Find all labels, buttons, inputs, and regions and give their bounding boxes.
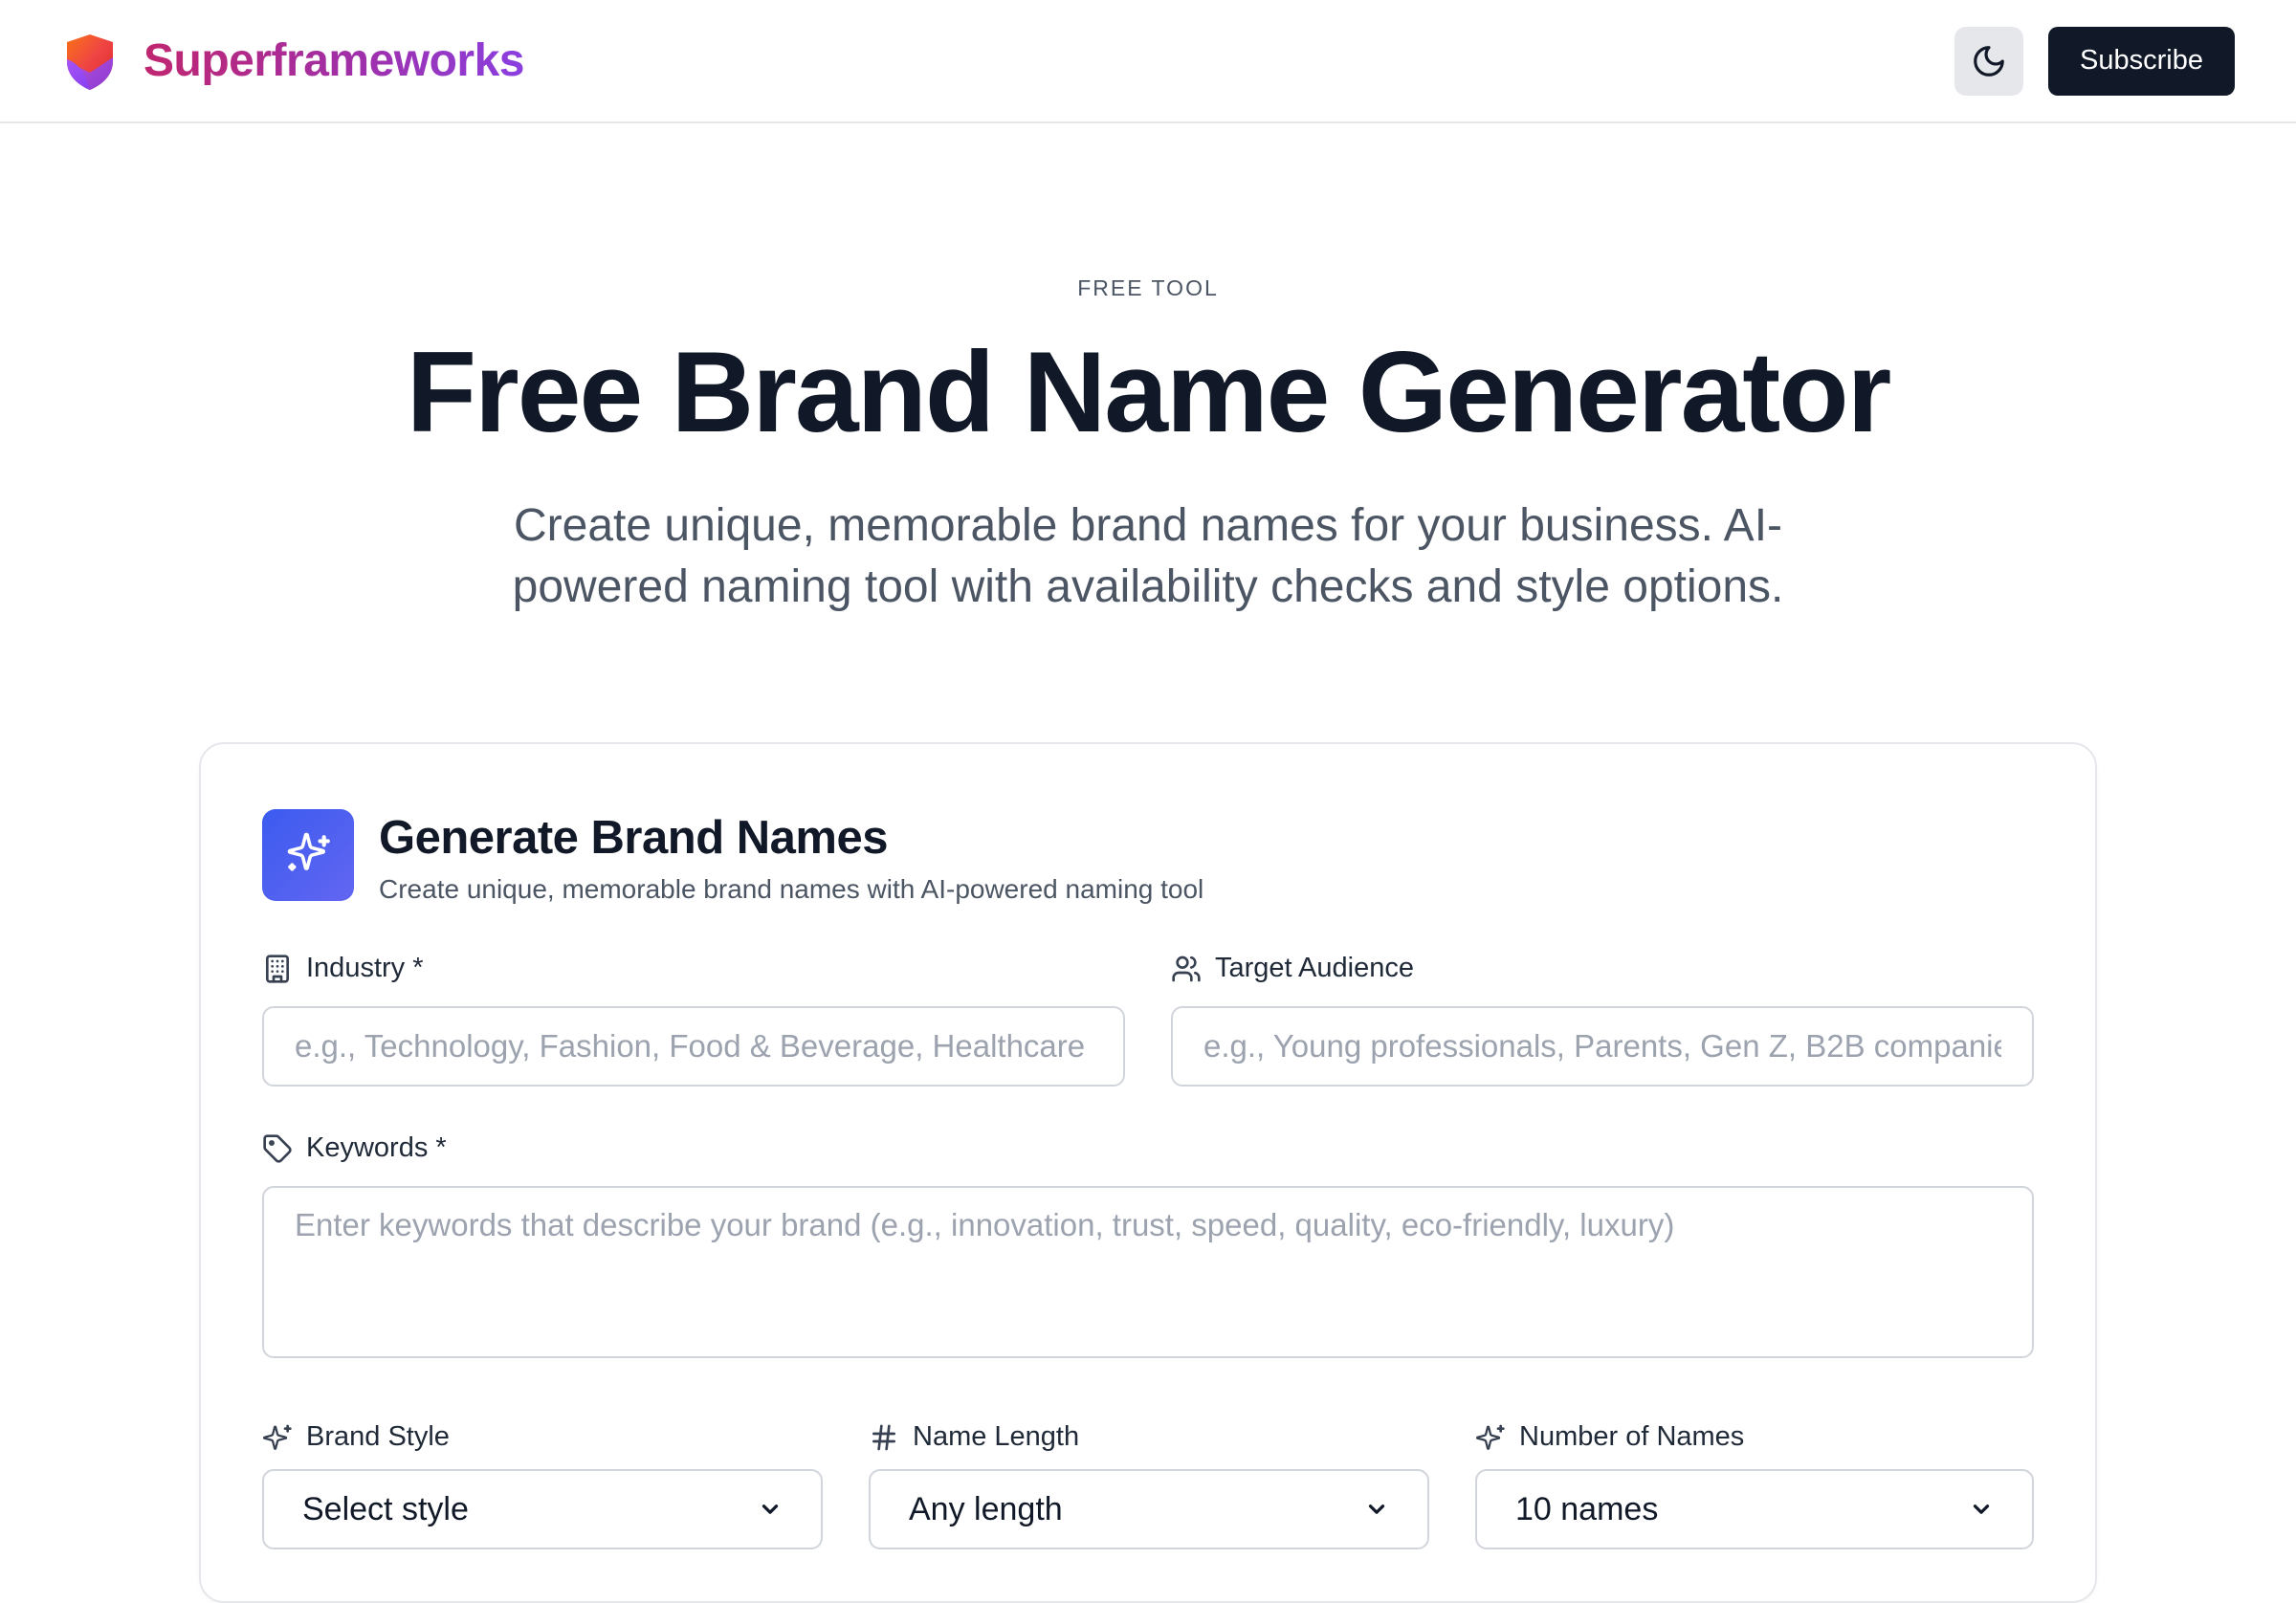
sparkles-icon bbox=[1476, 1424, 1505, 1450]
keywords-textarea[interactable] bbox=[262, 1186, 2034, 1358]
moon-icon bbox=[1974, 45, 2004, 77]
building-icon bbox=[266, 954, 289, 983]
brand-style-select[interactable]: Select style bbox=[262, 1469, 823, 1549]
number-of-names-label-text: Number of Names bbox=[1519, 1421, 1745, 1452]
target-audience-input[interactable] bbox=[1171, 1006, 2034, 1087]
top-navbar: Superframeworks Subscribe bbox=[0, 0, 2296, 123]
brand-style-label-text: Brand Style bbox=[306, 1421, 450, 1452]
name-length-selected: Any length bbox=[909, 1490, 1063, 1527]
theme-toggle-button[interactable] bbox=[1954, 26, 2024, 96]
industry-label-text: Industry * bbox=[306, 953, 424, 983]
keywords-label-text: Keywords * bbox=[306, 1132, 447, 1163]
form-title: Generate Brand Names bbox=[379, 812, 888, 864]
name-length-label: Name Length bbox=[869, 1421, 1079, 1453]
industry-label: Industry * bbox=[262, 953, 424, 984]
tag-icon bbox=[263, 1133, 292, 1163]
sparkles-icon bbox=[263, 1424, 292, 1450]
audience-label: Target Audience bbox=[1171, 953, 1414, 984]
shield-logo-icon bbox=[67, 33, 113, 90]
hero-subtitle: Create unique, memorable brand names for… bbox=[512, 500, 1784, 612]
name-length-label-text: Name Length bbox=[913, 1421, 1080, 1452]
chevron-down-icon bbox=[762, 1504, 779, 1514]
page-title: Free Brand Name Generator bbox=[406, 328, 1892, 456]
name-length-select[interactable]: Any length bbox=[869, 1469, 1429, 1549]
brand-name: Superframeworks bbox=[144, 35, 525, 86]
brand-link[interactable]: Superframeworks bbox=[63, 31, 525, 92]
chevron-down-icon bbox=[1973, 1504, 1990, 1514]
hero-eyebrow: FREE TOOL bbox=[1077, 275, 1219, 300]
number-of-names-select[interactable]: 10 names bbox=[1475, 1469, 2034, 1549]
chevron-down-icon bbox=[1368, 1504, 1385, 1514]
audience-label-text: Target Audience bbox=[1215, 953, 1414, 983]
subscribe-button[interactable]: Subscribe bbox=[2048, 26, 2235, 96]
keywords-label: Keywords * bbox=[262, 1132, 447, 1164]
brand-style-label: Brand Style bbox=[262, 1421, 450, 1453]
number-of-names-selected: 10 names bbox=[1515, 1490, 1659, 1527]
sparkles-icon bbox=[262, 809, 354, 901]
users-icon bbox=[1172, 955, 1201, 981]
industry-input[interactable] bbox=[262, 1006, 1125, 1087]
hash-icon bbox=[872, 1424, 895, 1450]
form-description: Create unique, memorable brand names wit… bbox=[379, 874, 1204, 904]
generator-form-card: Generate Brand Names Create unique, memo… bbox=[199, 742, 2097, 1603]
number-of-names-label: Number of Names bbox=[1475, 1421, 1744, 1453]
form-header: Generate Brand Names Create unique, memo… bbox=[262, 809, 1203, 905]
brand-style-selected: Select style bbox=[302, 1490, 469, 1527]
